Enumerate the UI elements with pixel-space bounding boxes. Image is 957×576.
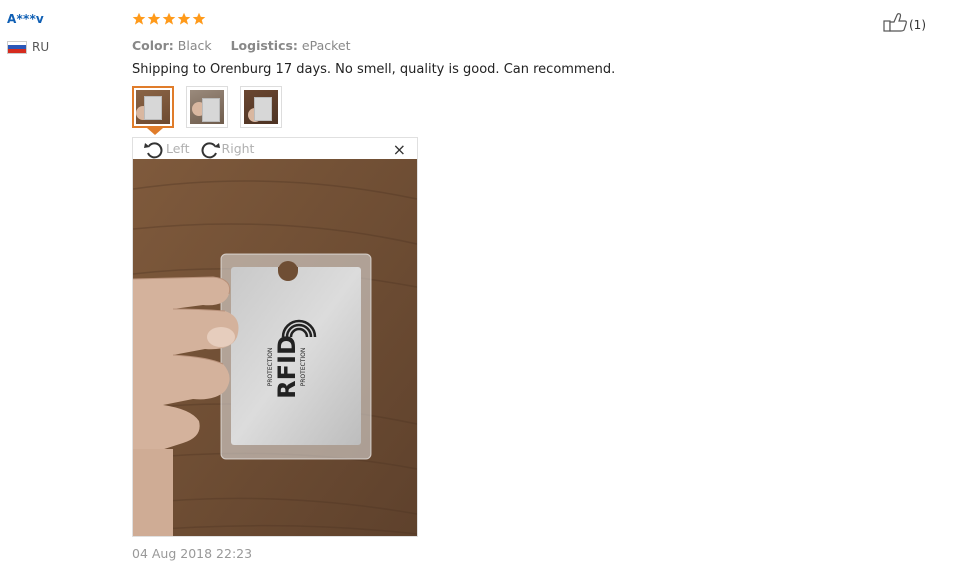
review-body: Color: Black Logistics: ePacket Shipping…	[132, 12, 812, 135]
review-date: 04 Aug 2018 22:23	[132, 546, 253, 561]
review-photo: RFID PROTECTION PROTECTION	[133, 159, 417, 536]
rotate-left-label: Left	[166, 141, 190, 156]
rotate-left-icon	[144, 141, 163, 158]
country-code: RU	[32, 40, 50, 54]
review-thumbnail[interactable]	[186, 86, 228, 128]
russia-flag-icon	[7, 40, 27, 54]
rotate-left-button[interactable]: Left	[143, 139, 190, 159]
thumbnail-image	[136, 90, 170, 124]
reviewer-info: A***v RU	[7, 12, 49, 54]
helpful-button[interactable]: (1)	[883, 12, 926, 32]
active-thumbnail-caret	[147, 128, 163, 135]
reviewer-country: RU	[7, 40, 49, 54]
rfid-text: RFID	[273, 335, 301, 399]
rotate-right-label: Right	[221, 141, 255, 156]
close-viewer-button[interactable]: ×	[393, 140, 406, 159]
star-icon	[147, 12, 161, 25]
protection-text: PROTECTION	[300, 348, 307, 387]
reviewer-name[interactable]: A***v	[7, 12, 44, 26]
logistics-label: Logistics:	[230, 38, 298, 53]
star-icon	[192, 12, 206, 25]
review-photo-image: RFID PROTECTION PROTECTION	[133, 159, 417, 536]
review-thumbnail[interactable]	[132, 86, 174, 135]
rotate-right-button[interactable]: Right	[199, 139, 255, 159]
image-viewer: Left Right × RFID PROTECTION PROTECTION	[132, 137, 418, 537]
color-label: Color:	[132, 38, 174, 53]
protection-text-top: PROTECTION	[267, 348, 274, 387]
thumbnail-image	[244, 90, 278, 124]
star-icon	[132, 12, 146, 25]
viewer-toolbar: Left Right ×	[133, 138, 417, 159]
star-icon	[162, 12, 176, 25]
star-icon	[177, 12, 191, 25]
star-rating	[132, 12, 812, 29]
thumbnail-image	[190, 90, 224, 124]
review-thumbnails	[132, 86, 812, 135]
rotate-right-icon	[201, 141, 220, 158]
color-value: Black	[177, 38, 212, 53]
logistics-value: ePacket	[301, 38, 351, 53]
review-thumbnail[interactable]	[240, 86, 282, 128]
order-attributes: Color: Black Logistics: ePacket	[132, 38, 812, 53]
helpful-count: (1)	[909, 18, 926, 32]
thumbs-up-icon	[883, 13, 907, 32]
review-text: Shipping to Orenburg 17 days. No smell, …	[132, 62, 616, 77]
